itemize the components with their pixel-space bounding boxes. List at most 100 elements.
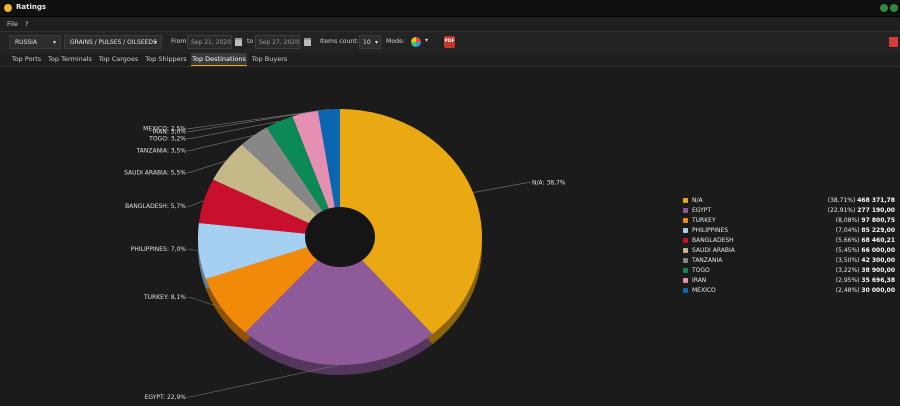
minimize-button[interactable] [880, 4, 888, 12]
items-count-value: 10 [363, 39, 371, 46]
pdf-export-icon[interactable]: PDF [444, 36, 455, 48]
tab-top-cargoes[interactable]: Top Cargoes [96, 53, 141, 66]
legend-label: BANGLADESH [692, 237, 734, 244]
legend-percent: (3,50%) [835, 257, 862, 264]
menu-help[interactable]: ? [25, 20, 28, 28]
menu-bar: File ? [0, 17, 900, 31]
pie-label-saudi-arabia: SAUDI ARABIA: 5,5% [124, 169, 186, 176]
tab-top-destinations[interactable]: Top Destinations [191, 53, 247, 66]
legend-label: SAUDI ARABIA [692, 247, 735, 254]
pie-label-n-a: N/A: 38,7% [532, 180, 566, 187]
legend-value: (38,71%) 468 371,78 [828, 197, 895, 204]
legend-percent: (8,08%) [835, 217, 862, 224]
title-bar: Ratings [0, 0, 900, 17]
legend-percent: (5,45%) [835, 247, 862, 254]
export-icon[interactable] [889, 37, 898, 47]
legend-amount: 30 000,00 [861, 287, 895, 294]
legend-swatch [683, 198, 688, 203]
legend-item-egypt: EGYPT (22,91%) 277 190,00 [683, 206, 895, 216]
pie-label-bangladesh: BANGLADESH: 5,7% [125, 203, 186, 210]
legend-swatch [683, 278, 688, 283]
legend-item-iran: IRAN (2,95%) 35 696,38 [683, 276, 895, 286]
legend-item-n-a: N/A (38,71%) 468 371,78 [683, 196, 895, 206]
legend-percent: (2,95%) [835, 277, 862, 284]
legend-amount: 277 190,00 [857, 207, 895, 214]
legend-amount: 35 696,38 [861, 277, 895, 284]
chevron-down-icon: ▾ [374, 39, 378, 46]
legend-label: IRAN [692, 277, 707, 284]
tab-top-ports[interactable]: Top Ports [7, 53, 46, 66]
toolbar: RUSSIA ▾ GRAINS / PULSES / OILSEEDS ▾ Fr… [0, 31, 900, 54]
app-icon [4, 4, 12, 12]
legend-swatch [683, 208, 688, 213]
legend-percent: (38,71%) [827, 197, 858, 204]
legend-swatch [683, 258, 688, 263]
legend-value: (7,04%) 85 229,00 [836, 227, 895, 234]
from-label: From [171, 38, 187, 45]
legend-label: TOGO [692, 267, 710, 274]
legend-value: (3,22%) 38 900,00 [836, 267, 895, 274]
legend-amount: 468 371,78 [857, 197, 895, 204]
pie-label-leader-bangladesh [187, 200, 204, 207]
pie-label-leader-egypt [187, 364, 339, 398]
legend-item-mexico: MEXICO (2,48%) 30 000,00 [683, 286, 895, 296]
to-label: to [247, 38, 254, 45]
pie-label-togo: TOGO: 3,2% [148, 136, 186, 143]
tab-top-terminals[interactable]: Top Terminals [46, 53, 94, 66]
legend-value: (8,08%) 97 800,75 [836, 217, 895, 224]
legend-swatch [683, 238, 688, 243]
legend-percent: (22,91%) [827, 207, 858, 214]
country-select[interactable]: RUSSIA ▾ [9, 35, 61, 49]
legend-amount: 68 460,21 [861, 237, 895, 244]
legend-label: N/A [692, 197, 703, 204]
legend-label: MEXICO [692, 287, 716, 294]
legend-item-bangladesh: BANGLADESH (5,66%) 68 460,21 [683, 236, 895, 246]
legend-value: (5,66%) 68 460,21 [836, 237, 895, 244]
calendar-icon[interactable] [235, 38, 242, 46]
donut-hole [305, 207, 375, 267]
legend-label: EGYPT [692, 207, 712, 214]
legend-item-togo: TOGO (3,22%) 38 900,00 [683, 266, 895, 276]
pie-mode-icon[interactable] [411, 37, 421, 47]
commodity-select-value: GRAINS / PULSES / OILSEEDS [70, 39, 157, 46]
legend-label: PHILIPPINES [692, 227, 729, 234]
items-count-label: Items count: [320, 38, 359, 45]
menu-file[interactable]: File [7, 20, 18, 28]
tab-top-buyers[interactable]: Top Buyers [249, 53, 290, 66]
chart-legend: N/A (38,71%) 468 371,78 EGYPT (22,91%) 277 … [683, 196, 895, 296]
commodity-select[interactable]: GRAINS / PULSES / OILSEEDS ▾ [64, 35, 162, 49]
legend-item-tanzania: TANZANIA (3,50%) 42 300,00 [683, 256, 895, 266]
legend-percent: (2,48%) [835, 287, 862, 294]
pie-label-leader-philippines [187, 248, 199, 252]
legend-swatch [683, 268, 688, 273]
legend-item-turkey: TURKEY (8,08%) 97 800,75 [683, 216, 895, 226]
legend-swatch [683, 248, 688, 253]
legend-swatch [683, 218, 688, 223]
legend-value: (2,95%) 35 696,38 [836, 277, 895, 284]
window-title: Ratings [16, 3, 47, 11]
legend-value: (5,45%) 66 000,00 [836, 247, 895, 254]
legend-swatch [683, 288, 688, 293]
legend-amount: 97 800,75 [861, 217, 895, 224]
legend-percent: (5,66%) [835, 237, 862, 244]
pie-label-tanzania: TANZANIA: 3,5% [136, 148, 187, 155]
from-date-field[interactable]: Sep 21, 2020 [187, 35, 232, 49]
tab-top-shippers[interactable]: Top Shippers [143, 53, 189, 66]
legend-item-saudi-arabia: SAUDI ARABIA (5,45%) 66 000,00 [683, 246, 895, 256]
legend-label: TURKEY [692, 217, 716, 224]
legend-value: (2,48%) 30 000,00 [836, 287, 895, 294]
legend-amount: 38 900,00 [861, 267, 895, 274]
country-select-value: RUSSIA [15, 39, 38, 46]
items-count-select[interactable]: 10 ▾ [359, 35, 381, 49]
chevron-down-icon: ▾ [52, 39, 56, 46]
legend-value: (3,50%) 42 300,00 [836, 257, 895, 264]
pie-label-turkey: TURKEY: 8,1% [143, 294, 186, 301]
legend-percent: (3,22%) [835, 267, 862, 274]
legend-swatch [683, 228, 688, 233]
maximize-button[interactable] [890, 4, 898, 12]
chevron-down-icon[interactable]: ▾ [425, 37, 428, 44]
pie-label-philippines: PHILIPPINES: 7,0% [131, 246, 187, 253]
calendar-icon[interactable] [304, 38, 311, 46]
to-date-field[interactable]: Sep 27, 2020 [255, 35, 300, 49]
legend-percent: (7,04%) [835, 227, 862, 234]
